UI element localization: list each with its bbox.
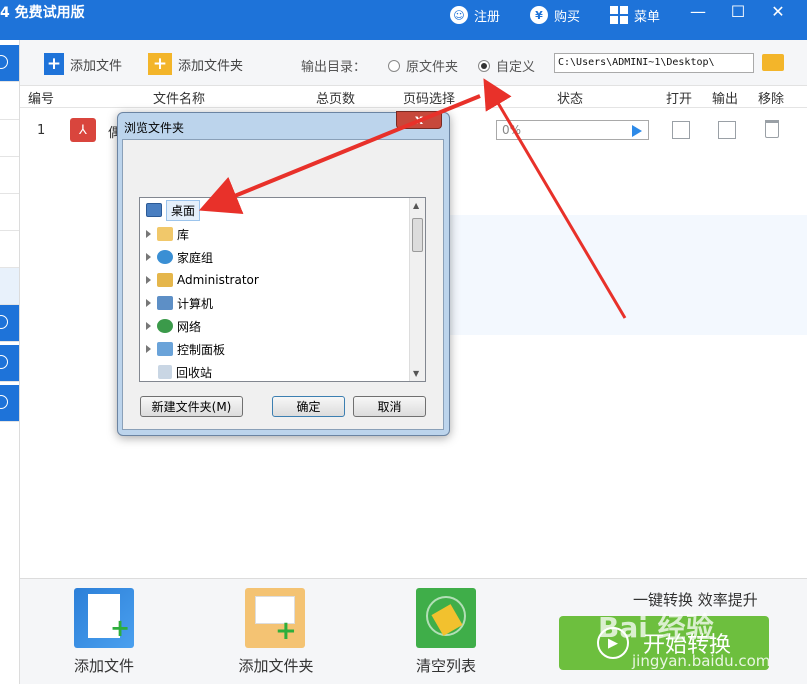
- annotation-arrows: [198, 78, 627, 319]
- arrow-to-custom: [483, 78, 627, 319]
- arrow-to-desktop: [198, 94, 481, 214]
